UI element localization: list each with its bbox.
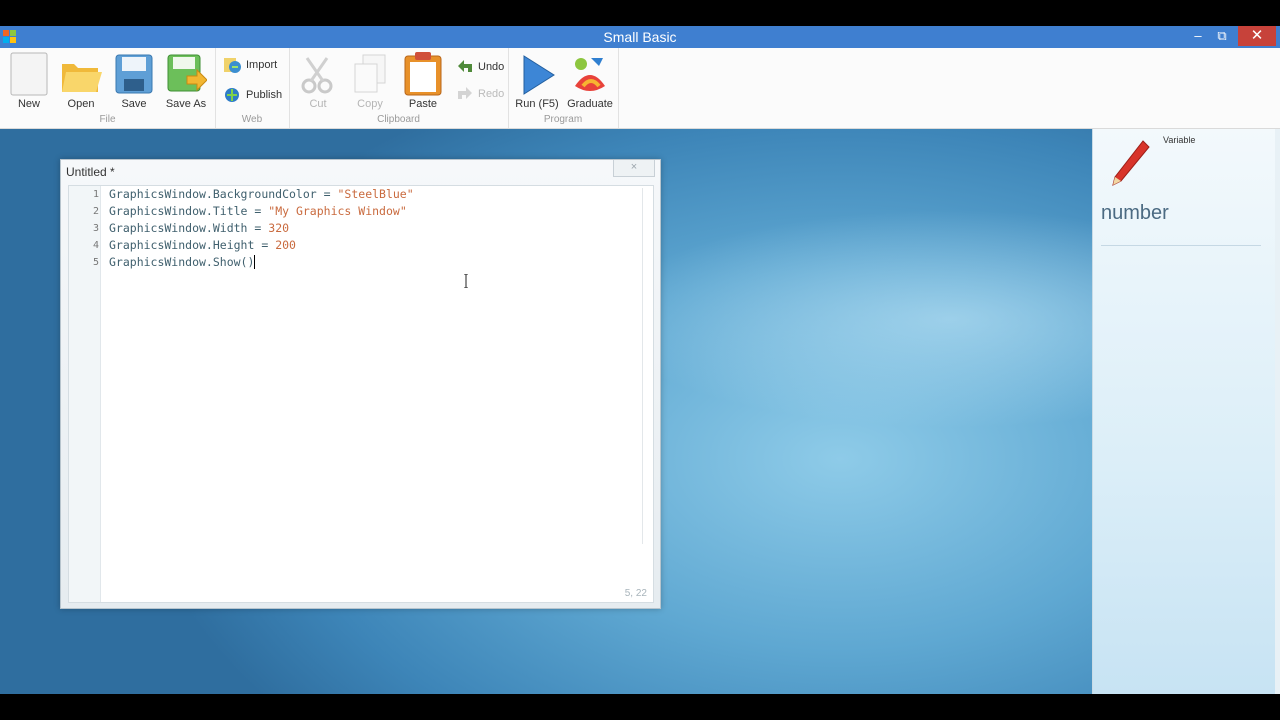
web-group-label: Web <box>241 114 263 125</box>
code-identifier: GraphicsWindow.Show() <box>109 255 255 269</box>
file-group-label: File <box>99 114 116 125</box>
window-title-bar: Small Basic – ⧉ ✕ <box>0 26 1280 48</box>
vertical-scrollbar[interactable] <box>642 188 651 544</box>
graduate-icon <box>569 52 611 96</box>
code-operator: = <box>247 204 269 218</box>
line-number: 5 <box>92 257 99 268</box>
code-line[interactable]: GraphicsWindow.Show() <box>109 255 256 269</box>
graduate-label: Graduate <box>567 98 613 110</box>
undo-arrow-icon <box>455 58 475 76</box>
line-number-gutter: 1 2 3 4 5 <box>69 186 101 602</box>
editor-title: Untitled * <box>66 165 115 179</box>
undo-button[interactable]: Undo <box>455 56 504 78</box>
graduate-button[interactable]: Graduate <box>565 52 615 110</box>
save-as-icon <box>165 52 208 96</box>
ribbon-toolbar: New Open Save Save As File Import Publis… <box>0 48 1280 129</box>
save-label: Save <box>121 98 147 110</box>
copy-icon <box>349 52 391 96</box>
undo-label: Undo <box>478 61 505 73</box>
clipboard-group: Cut Copy Paste Undo Redo Clipboard <box>289 48 509 128</box>
clipboard-group-label: Clipboard <box>377 114 420 125</box>
editor-window: Untitled * × 1 2 3 4 5 GraphicsWindow.Ba… <box>60 159 661 609</box>
open-label: Open <box>67 98 95 110</box>
line-number: 1 <box>92 189 99 200</box>
save-as-button[interactable]: Save As <box>161 52 211 110</box>
publish-button[interactable]: Publish <box>223 84 282 106</box>
line-number: 2 <box>92 206 99 217</box>
program-group: Run (F5) Graduate Program <box>508 48 619 128</box>
redo-button[interactable]: Redo <box>455 83 504 105</box>
code-string: "My Graphics Window" <box>268 204 407 218</box>
paste-label: Paste <box>408 98 438 110</box>
code-line[interactable]: GraphicsWindow.Title = "My Graphics Wind… <box>109 204 407 218</box>
code-operator: = <box>247 221 269 235</box>
help-divider <box>1101 245 1261 246</box>
line-number: 4 <box>92 240 99 251</box>
new-document-icon <box>8 52 50 96</box>
text-caret <box>254 255 256 269</box>
code-number: 200 <box>275 238 296 252</box>
code-editor[interactable]: 1 2 3 4 5 GraphicsWindow.BackgroundColor… <box>68 185 654 603</box>
play-triangle-icon <box>516 52 558 96</box>
ibeam-cursor-icon <box>464 274 468 288</box>
copy-label: Copy <box>357 98 383 110</box>
new-button[interactable]: New <box>4 52 54 110</box>
publish-label: Publish <box>246 89 283 101</box>
import-icon <box>223 56 243 74</box>
scissors-icon <box>297 52 339 96</box>
minimize-button[interactable]: – <box>1186 26 1210 46</box>
file-group: New Open Save Save As File <box>0 48 216 128</box>
import-button[interactable]: Import <box>223 54 277 76</box>
open-button[interactable]: Open <box>56 52 106 110</box>
save-button[interactable]: Save <box>109 52 159 110</box>
help-keyword: number <box>1101 202 1169 224</box>
code-identifier: GraphicsWindow.Title <box>109 204 248 218</box>
code-identifier: GraphicsWindow.Width <box>109 221 248 235</box>
help-type-label: Variable <box>1163 135 1196 145</box>
clipboard-paste-icon <box>402 52 444 96</box>
code-line[interactable]: GraphicsWindow.Height = 200 <box>109 238 296 252</box>
editor-close-button[interactable]: × <box>613 160 655 177</box>
screen-top-bar <box>0 0 1280 26</box>
redo-label: Redo <box>478 88 505 100</box>
import-label: Import <box>246 59 278 71</box>
save-as-label: Save As <box>165 98 207 110</box>
copy-button[interactable]: Copy <box>345 52 395 110</box>
paste-button[interactable]: Paste <box>398 52 448 110</box>
new-label: New <box>17 98 40 110</box>
cut-label: Cut <box>309 98 327 110</box>
help-scrollbar[interactable] <box>1275 129 1280 694</box>
web-group: Import Publish Web <box>215 48 290 128</box>
code-identifier: GraphicsWindow.Height <box>109 238 255 252</box>
screen-bottom-bar <box>0 694 1280 720</box>
run-button[interactable]: Run (F5) <box>512 52 562 110</box>
program-group-label: Program <box>543 114 583 125</box>
cursor-position-indicator: 5, 22 <box>624 588 647 599</box>
window-title: Small Basic <box>603 29 677 45</box>
publish-icon <box>223 86 243 104</box>
code-operator: = <box>254 238 276 252</box>
code-string: "SteelBlue" <box>337 187 414 201</box>
pencil-icon <box>1112 140 1150 186</box>
code-line[interactable]: GraphicsWindow.BackgroundColor = "SteelB… <box>109 187 414 201</box>
cut-button[interactable]: Cut <box>293 52 343 110</box>
help-panel: Variable number <box>1092 129 1280 694</box>
redo-arrow-icon <box>455 85 475 103</box>
code-identifier: GraphicsWindow.BackgroundColor <box>109 187 317 201</box>
code-line[interactable]: GraphicsWindow.Width = 320 <box>109 221 289 235</box>
folder-icon <box>60 52 102 96</box>
floppy-disk-icon <box>113 52 155 96</box>
code-number: 320 <box>268 221 290 235</box>
line-number: 3 <box>92 223 99 234</box>
close-button[interactable]: ✕ <box>1238 26 1276 46</box>
restore-button[interactable]: ⧉ <box>1210 26 1234 46</box>
code-operator: = <box>316 187 338 201</box>
run-label: Run (F5) <box>515 98 559 110</box>
